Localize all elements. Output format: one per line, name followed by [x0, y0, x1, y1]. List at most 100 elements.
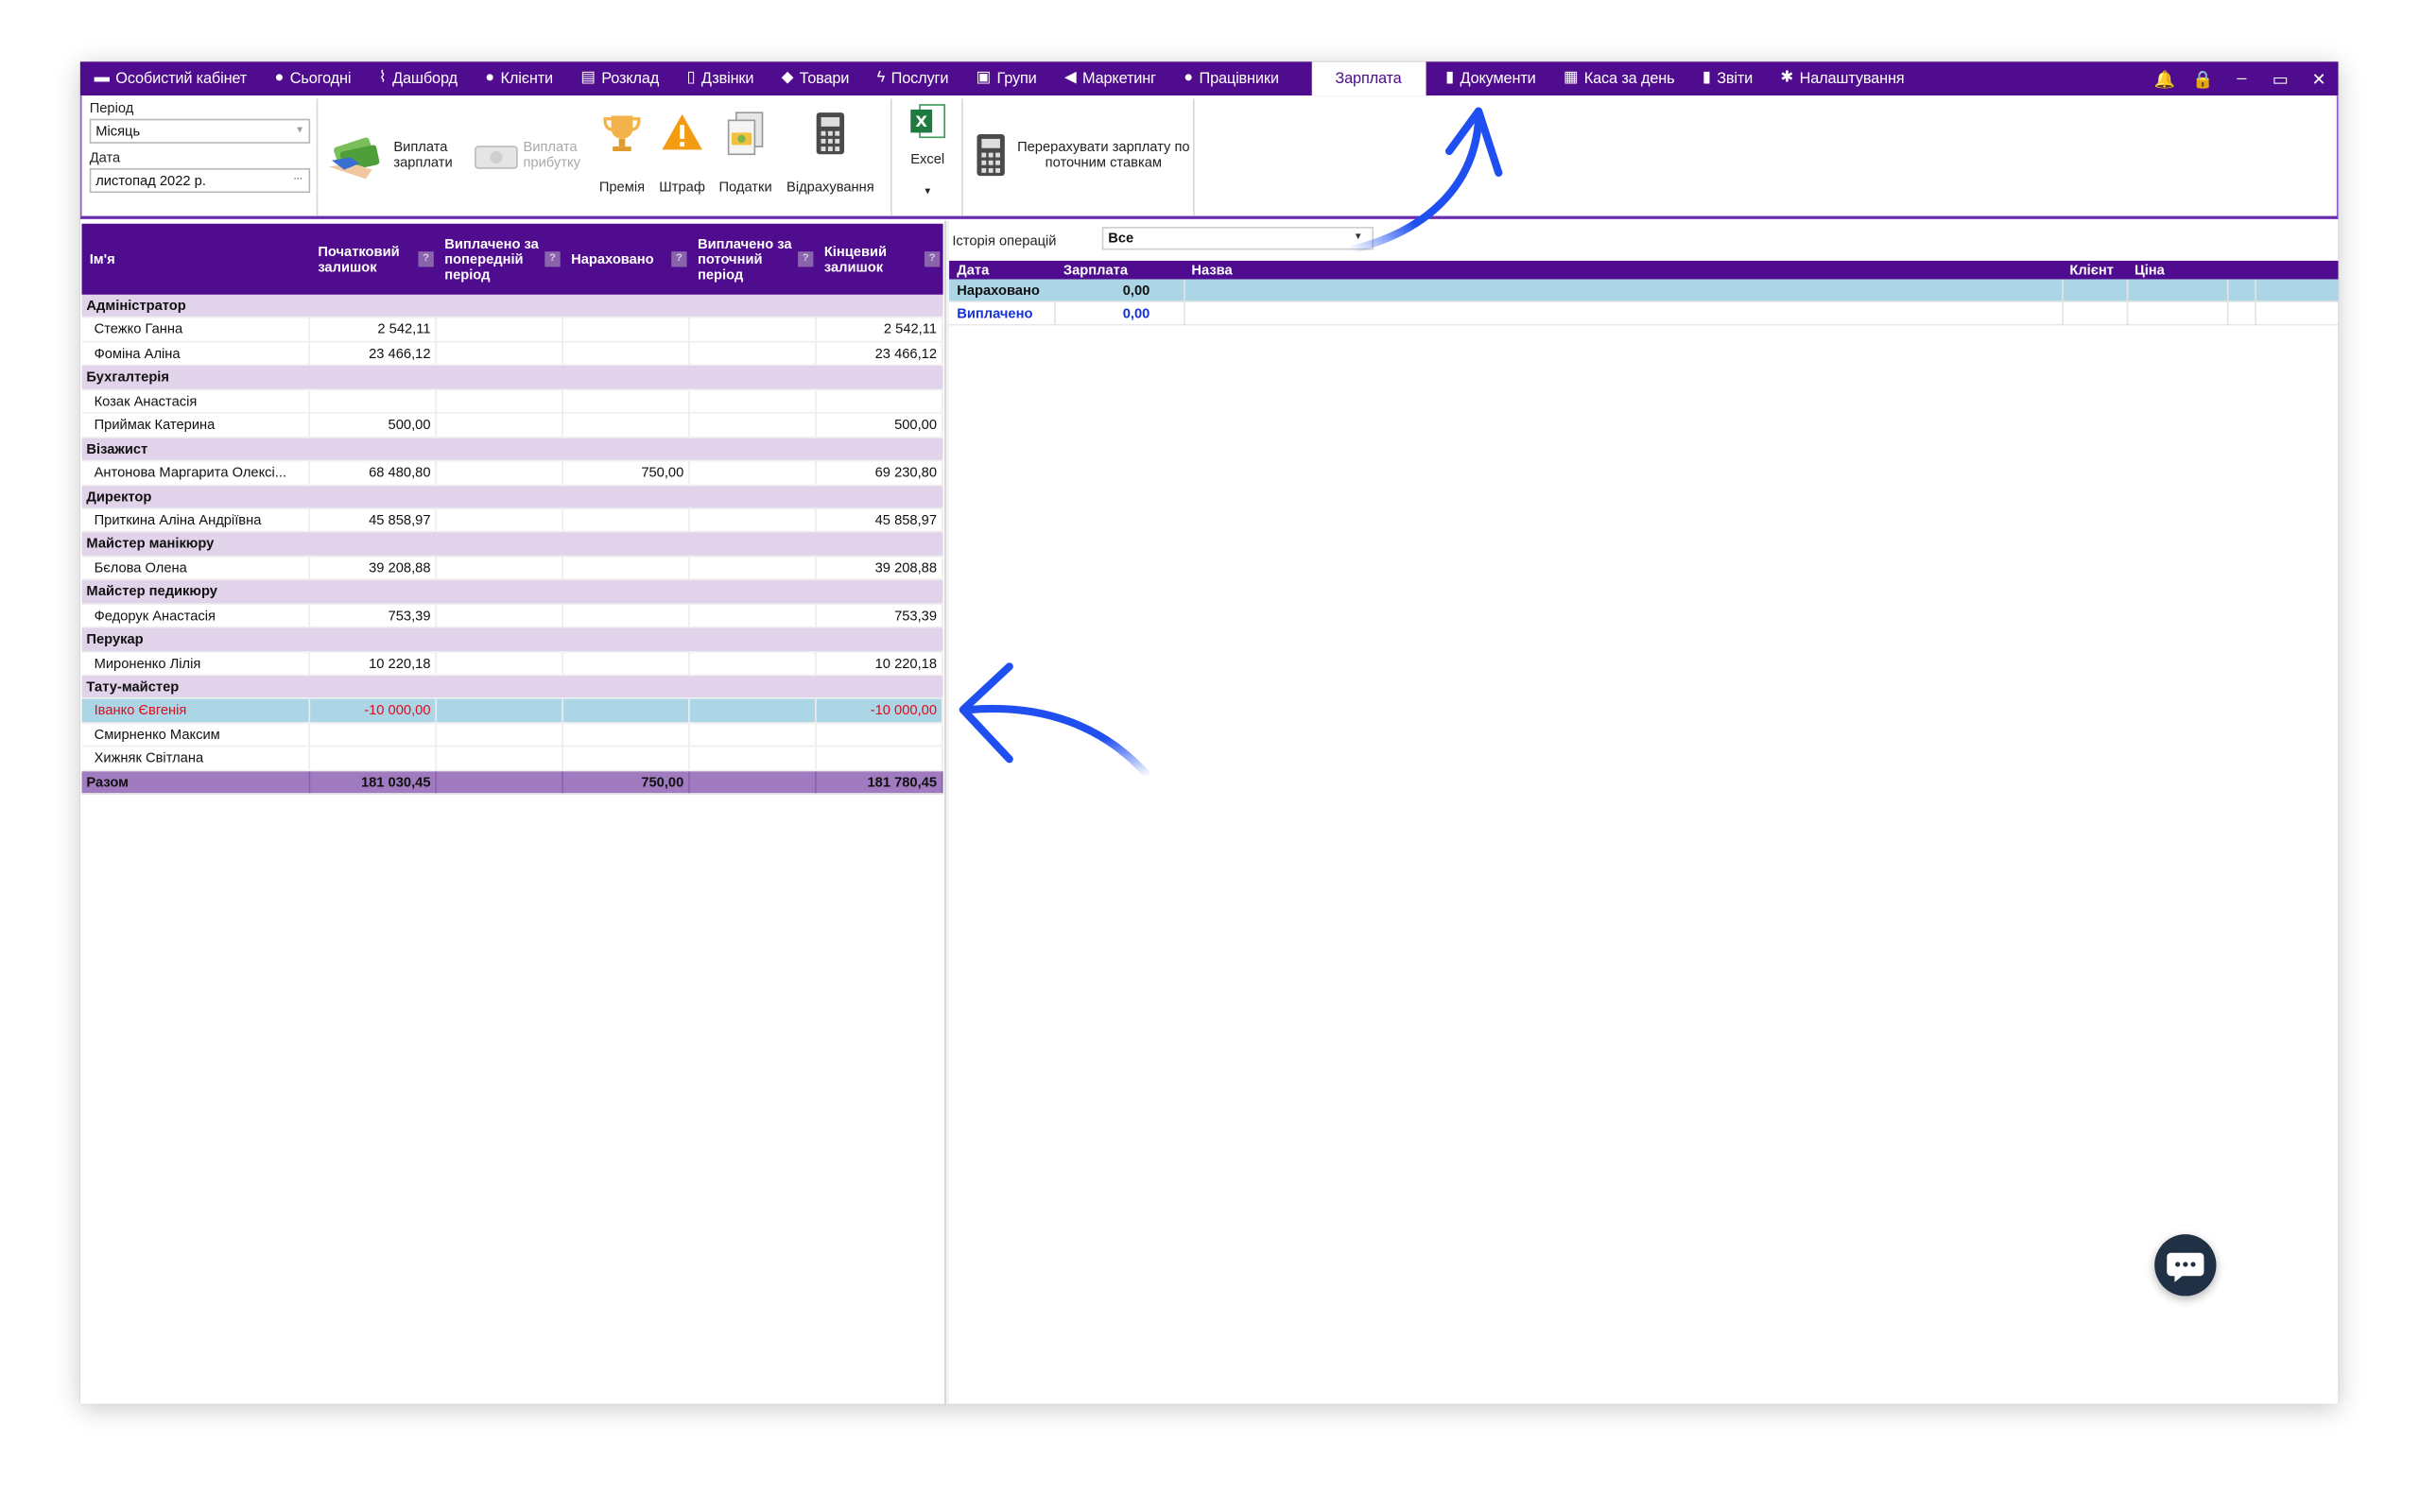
group-row[interactable]: Майстер педикюру: [81, 580, 943, 605]
nav-tab-calendar[interactable]: ▤ Розклад: [567, 61, 673, 95]
group-row[interactable]: Тату-майстер: [81, 676, 943, 700]
recalc-salary-button[interactable]: Перерахувати зарплату по поточним ставка…: [974, 129, 1190, 185]
nav-tab-briefcase[interactable]: ▬ Особистий кабінет: [80, 61, 261, 95]
cell-start: [310, 389, 438, 413]
fine-button[interactable]: Штраф: [653, 112, 712, 197]
date-picker-button[interactable]: ...: [293, 171, 302, 181]
pay-salary-button[interactable]: Виплата зарплати: [325, 129, 467, 185]
deductions-button[interactable]: Відрахування: [778, 112, 883, 197]
period-label: Період: [89, 100, 134, 116]
employee-row[interactable]: Хижняк Світлана: [81, 747, 943, 771]
nav-tab-label: Налаштування: [1799, 70, 1905, 88]
excel-button[interactable]: X Excel ▾: [898, 102, 957, 210]
cell-accrued: [563, 557, 690, 579]
employee-row[interactable]: Антонова Маргарита Олексі... 68 480,80 750…: [81, 461, 943, 486]
col-date-header[interactable]: Дата: [957, 261, 989, 280]
nav-tab-bar-chart[interactable]: ▮ Звіти: [1688, 61, 1767, 95]
employee-row[interactable]: Іванко Євгенія -10 000,00 -10 000,00: [81, 699, 943, 724]
nav-tab-bolt[interactable]: ϟ Послуги: [863, 61, 962, 95]
minimize-icon[interactable]: –: [2222, 69, 2261, 88]
pay-profit-button[interactable]: Виплата прибутку: [474, 129, 591, 185]
col-end-balance-header[interactable]: Кінцевий залишок: [817, 224, 919, 295]
group-row[interactable]: Адміністратор: [81, 294, 943, 319]
maximize-icon[interactable]: ▭: [2261, 69, 2300, 89]
nav-tab-megaphone[interactable]: ◀ Маркетинг: [1050, 61, 1169, 95]
col-salary-header[interactable]: Зарплата: [1063, 261, 1128, 280]
svg-text:X: X: [915, 112, 927, 130]
cell-accrued: [563, 651, 690, 675]
briefcase-icon: ▬: [94, 69, 110, 87]
group-row[interactable]: Візажист: [81, 438, 943, 462]
help-icon[interactable]: ?: [924, 251, 941, 267]
splitter-handle[interactable]: [944, 220, 950, 1404]
operations-row[interactable]: Виплачено 0,00: [949, 301, 2339, 326]
group-row[interactable]: Майстер манікюру: [81, 532, 943, 558]
employee-row[interactable]: Козак Анастасія: [81, 389, 943, 414]
nav-tab-salary[interactable]: Зарплата: [1311, 61, 1426, 96]
nav-tab-person[interactable]: ● Працівники: [1170, 61, 1293, 95]
bonus-label: Премія: [598, 179, 646, 195]
recalc-label: Перерахувати зарплату по поточним ставка…: [1017, 138, 1190, 170]
help-icon[interactable]: ?: [671, 251, 687, 267]
col-start-balance-header[interactable]: Початковий залишок: [310, 224, 412, 295]
col-client-header[interactable]: Клієнт: [2069, 261, 2114, 280]
nav-tab-gear[interactable]: ✱ Налаштування: [1767, 61, 1918, 95]
nav-tab-document[interactable]: ▮ Документи: [1431, 61, 1549, 95]
nav-tab-calculator[interactable]: ▦ Каса за день: [1549, 61, 1688, 95]
nav-tab-box[interactable]: ◆ Товари: [768, 61, 863, 95]
employee-row[interactable]: Приймак Катерина 500,00 500,00: [81, 413, 943, 438]
cell-accrued: [563, 604, 690, 627]
lock-icon[interactable]: 🔒: [2184, 69, 2222, 89]
help-icon[interactable]: ?: [544, 251, 561, 267]
period-select[interactable]: Місяць ▾: [89, 118, 311, 144]
cell-end: 753,39: [817, 604, 943, 627]
excel-dropdown-icon[interactable]: ▾: [898, 185, 957, 198]
operations-row[interactable]: Нараховано 0,00: [949, 279, 2339, 302]
taxes-button[interactable]: Податки: [713, 112, 778, 197]
nav-tab-user-circle[interactable]: ● Клієнти: [472, 61, 567, 95]
group-row[interactable]: Бухгалтерія: [81, 366, 943, 390]
cell-accrued: [563, 723, 690, 747]
employee-row[interactable]: Федорук Анастасія 753,39 753,39: [81, 604, 943, 628]
chevron-down-icon: ▼: [1353, 232, 1363, 243]
employee-row[interactable]: Смирненко Максим: [81, 723, 943, 747]
help-icon[interactable]: ?: [418, 251, 434, 267]
col-title-header[interactable]: Назва: [1191, 261, 1232, 280]
nav-tab-clock[interactable]: ● Сьогодні: [261, 61, 365, 95]
employee-name: Хижняк Світлана: [82, 747, 311, 770]
calculator-icon: ▦: [1563, 69, 1579, 87]
employee-row[interactable]: Стежко Ганна 2 542,11 2 542,11: [81, 318, 943, 343]
col-price-header[interactable]: Ціна: [2135, 261, 2165, 280]
ribbon-divider: [961, 98, 963, 216]
help-icon[interactable]: ?: [798, 251, 814, 267]
close-icon[interactable]: ✕: [2300, 69, 2339, 89]
col-name-header[interactable]: Ім'я: [82, 224, 309, 295]
person-icon: ●: [1184, 69, 1193, 87]
nav-tab-group[interactable]: ▣ Групи: [962, 61, 1050, 95]
bell-icon[interactable]: 🔔: [2145, 69, 2184, 89]
group-row[interactable]: Директор: [81, 485, 943, 509]
bonus-button[interactable]: Премія: [591, 112, 652, 197]
cell-start: 500,00: [310, 413, 438, 437]
group-row[interactable]: Перукар: [81, 627, 943, 652]
chevron-down-icon: ▾: [297, 125, 302, 136]
cell-start: 45 858,97: [310, 508, 438, 532]
date-field[interactable]: листопад 2022 р. ...: [89, 167, 311, 194]
nav-tab-phone[interactable]: ▯ Дзвінки: [673, 61, 768, 95]
employee-row[interactable]: Мироненко Лілія 10 220,18 10 220,18: [81, 651, 943, 677]
col-paid-prev-header[interactable]: Виплачено за попередній період: [437, 224, 539, 295]
col-accrued-header[interactable]: Нараховано: [563, 224, 666, 295]
col-paid-cur-header[interactable]: Виплачено за поточний період: [690, 224, 792, 295]
phone-icon: ▯: [686, 69, 696, 87]
cell-start: 10 220,18: [310, 651, 438, 675]
bolt-icon: ϟ: [876, 69, 886, 87]
total-row[interactable]: Разом 181 030,45 750,00 181 780,45: [81, 770, 943, 795]
history-filter-select[interactable]: Все ▼: [1101, 226, 1374, 250]
cell-start: 39 208,88: [310, 557, 438, 579]
employee-row[interactable]: Фоміна Аліна 23 466,12 23 466,12: [81, 342, 943, 367]
employee-row[interactable]: Бєлова Олена 39 208,88 39 208,88: [81, 557, 943, 581]
chat-button[interactable]: [2154, 1234, 2217, 1297]
nav-tab-label: Звіти: [1717, 70, 1754, 88]
nav-tab-pulse[interactable]: ⌇ Дашборд: [365, 61, 472, 95]
employee-row[interactable]: Приткина Аліна Андріївна 45 858,97 45 858,…: [81, 508, 943, 533]
